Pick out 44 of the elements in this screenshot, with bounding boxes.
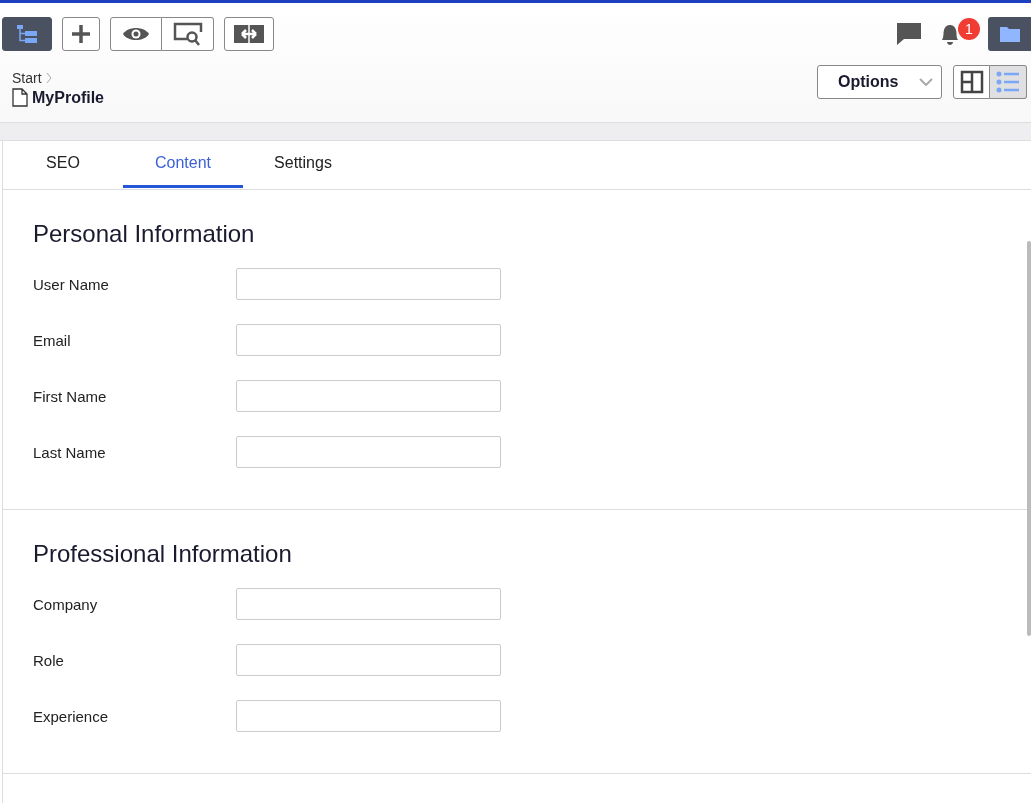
text-field[interactable] [236,644,501,676]
add-button[interactable] [62,17,100,51]
breadcrumb-link[interactable]: Start [12,70,42,86]
list-icon [996,71,1020,93]
preview-button[interactable] [162,17,214,51]
tab[interactable]: Settings [243,141,363,188]
split-view-icon [959,70,984,94]
field-label: Email [33,331,72,349]
section-title: Personal Information [33,220,256,248]
section-title: Professional Information [33,540,293,568]
eye-icon [122,26,150,42]
document-icon [12,88,28,107]
view-button[interactable] [110,17,162,51]
field-label: User Name [33,275,110,293]
text-field[interactable] [236,588,501,620]
tree-view-button[interactable] [2,17,52,51]
speech-bubble-icon [896,22,922,46]
text-field[interactable] [236,436,501,468]
field-label: Role [33,651,65,669]
tree-icon [15,24,39,44]
page-title: MyProfile [32,88,104,107]
folder-button[interactable] [988,17,1031,51]
text-field[interactable] [236,700,501,732]
field-label: Company [33,595,99,613]
field-label: Experience [33,707,110,725]
options-dropdown[interactable]: Options [817,65,942,99]
text-field[interactable] [236,380,501,412]
notifications-button[interactable]: 1 [934,17,980,51]
split-view-button[interactable] [953,65,990,99]
tab[interactable]: Content [123,141,243,188]
plus-icon [71,24,91,44]
text-field[interactable] [236,268,501,300]
chevron-right-icon [45,72,52,84]
notification-count: 1 [958,18,980,40]
tab[interactable]: SEO [3,141,123,188]
field-label: First Name [33,387,108,405]
compare-button[interactable] [224,17,274,51]
scrollbar[interactable] [1027,241,1031,636]
folder-icon [998,25,1021,43]
chevron-down-icon [919,78,933,86]
swap-icon [234,24,264,44]
preview-icon [172,22,203,46]
field-label: Last Name [33,443,107,461]
text-field[interactable] [236,324,501,356]
